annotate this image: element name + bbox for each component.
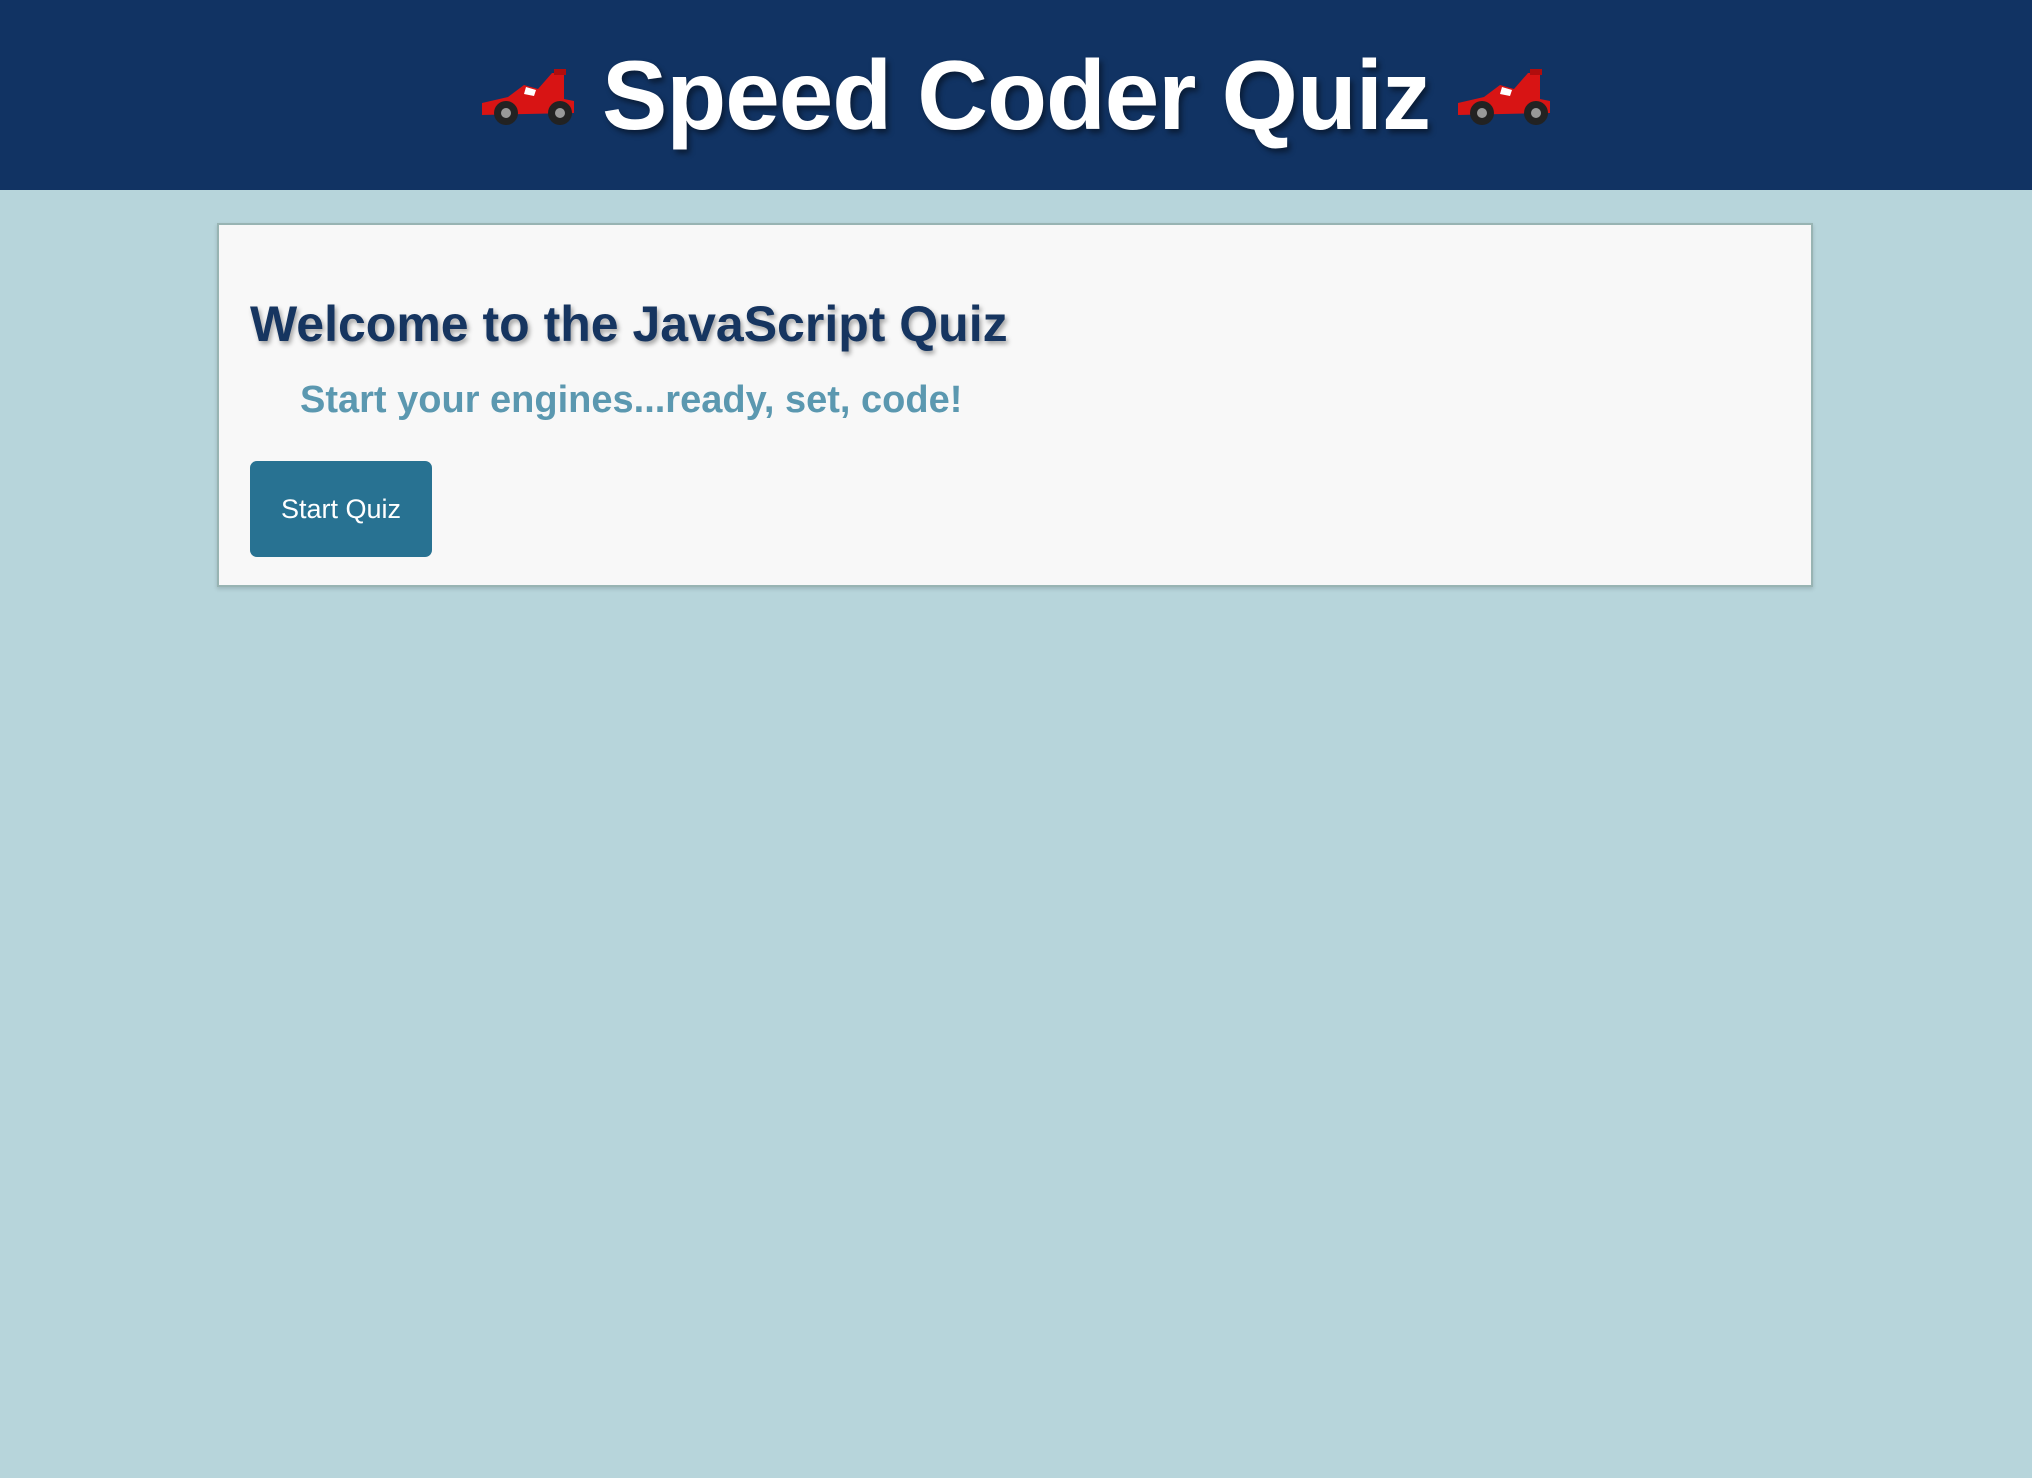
start-quiz-button[interactable]: Start Quiz	[250, 461, 432, 557]
page-header: Speed Coder Quiz	[0, 0, 2032, 190]
header-title-group: Speed Coder Quiz	[478, 46, 1554, 144]
page-title: Speed Coder Quiz	[601, 40, 1431, 150]
race-car-icon	[481, 69, 574, 125]
quiz-intro-card: Welcome to the JavaScript Quiz Start you…	[217, 223, 1813, 587]
race-car-icon	[1458, 69, 1550, 125]
tagline-text: Start your engines...ready, set, code!	[300, 379, 963, 421]
welcome-heading: Welcome to the JavaScript Quiz	[250, 296, 1008, 352]
